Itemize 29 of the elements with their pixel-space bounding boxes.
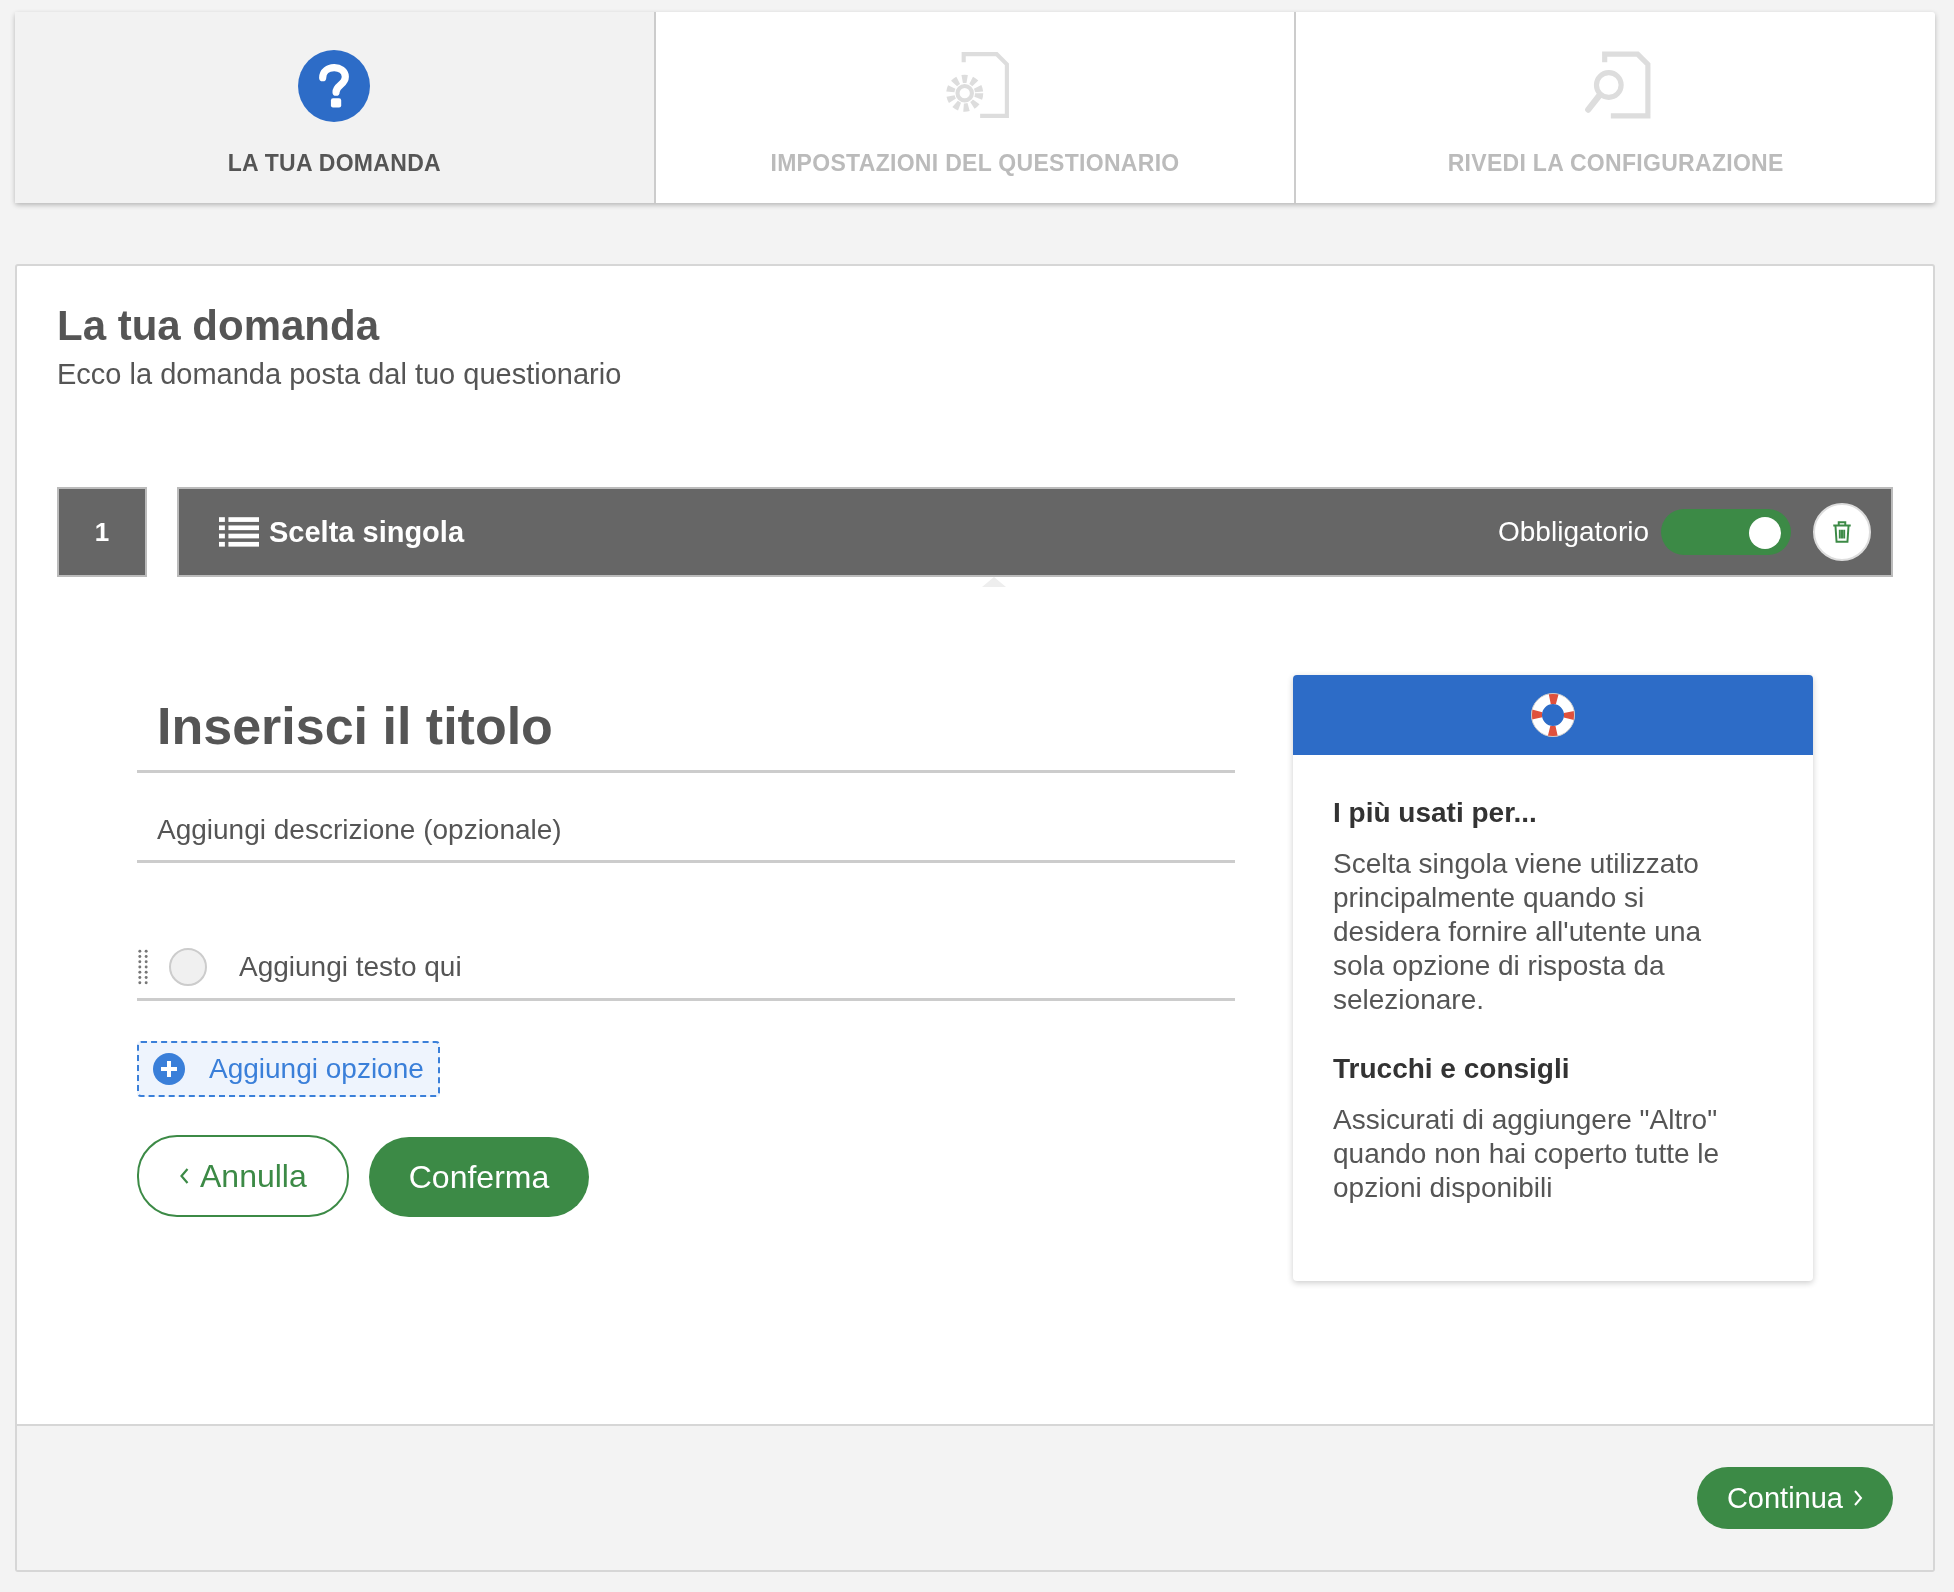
- continue-button[interactable]: Continua: [1696, 1467, 1893, 1529]
- pointer-arrow: [982, 577, 1006, 587]
- question-type-label: Scelta singola: [269, 515, 464, 549]
- required-label: Obbligatorio: [1498, 516, 1649, 548]
- add-option-button[interactable]: Aggiungi opzione: [137, 1041, 440, 1097]
- page-title: La tua domanda: [57, 302, 381, 350]
- help-text: Scelta singola viene utilizzato principalmente quando si desidera fornire all'utente una sola opzione di risposta da selezionare.: [1333, 847, 1703, 1017]
- page-subtitle: Ecco la domanda posta dal tuo questionario: [57, 358, 623, 391]
- plus-icon: [153, 1053, 185, 1085]
- confirm-button[interactable]: Conferma: [368, 1137, 590, 1217]
- question-number: 1: [57, 487, 147, 577]
- chevron-left-icon: [179, 1167, 190, 1185]
- description-field[interactable]: Aggiungi descrizione (opzionale): [137, 809, 1235, 863]
- lifebuoy-icon: [1530, 692, 1576, 738]
- step-tab[interactable]: LA TUA DOMANDA: [15, 12, 656, 203]
- help-text: Assicurati di aggiungere "Altro" quando non hai coperto tutte le opzioni disponibili: [1333, 1103, 1721, 1205]
- option-text-field[interactable]: Aggiungi testo qui: [237, 949, 1235, 984]
- help-heading: I più usati per...: [1333, 797, 1538, 829]
- chevron-right-icon: [1853, 1489, 1863, 1507]
- help-icon: [298, 50, 371, 122]
- option-radio[interactable]: [169, 947, 207, 986]
- help-heading: Trucchi e consigli: [1333, 1053, 1571, 1085]
- required-toggle[interactable]: [1661, 509, 1791, 555]
- delete-button[interactable]: [1813, 503, 1871, 561]
- cancel-button[interactable]: Annulla: [137, 1135, 349, 1217]
- list-icon: [219, 516, 259, 548]
- trash-icon: [1831, 520, 1853, 544]
- drag-handle-icon[interactable]: [137, 947, 149, 986]
- title-field[interactable]: Inserisci il titolo: [137, 691, 1235, 773]
